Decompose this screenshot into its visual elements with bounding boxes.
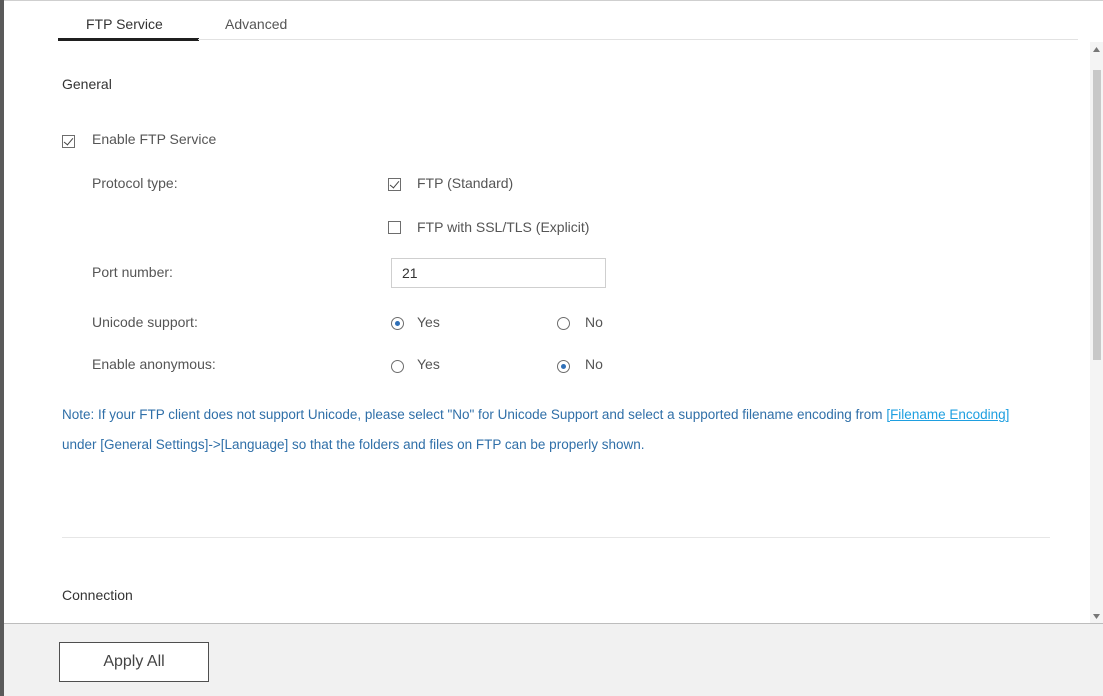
check-icon — [389, 178, 400, 189]
ftp-ssl-tls-checkbox[interactable] — [388, 221, 401, 234]
scroll-up-arrow-icon[interactable] — [1090, 42, 1103, 56]
unicode-no-label: No — [585, 314, 603, 330]
filename-encoding-link[interactable]: [Filename Encoding] — [886, 407, 1009, 422]
ftp-standard-label: FTP (Standard) — [417, 175, 514, 191]
enable-anonymous-label: Enable anonymous: — [92, 356, 216, 372]
anonymous-yes-radio[interactable] — [391, 360, 404, 373]
tab-bar-divider — [198, 39, 1078, 40]
section-title-general: General — [62, 76, 112, 92]
note-text-before-link: If your FTP client does not support Unic… — [94, 407, 887, 422]
unicode-support-label: Unicode support: — [92, 314, 198, 330]
ftp-ssl-tls-label: FTP with SSL/TLS (Explicit) — [417, 219, 590, 235]
section-divider — [62, 537, 1050, 538]
active-tab-indicator — [58, 38, 199, 41]
window-top-border — [0, 0, 1103, 1]
scroll-down-arrow-icon[interactable] — [1090, 609, 1103, 623]
enable-ftp-label: Enable FTP Service — [92, 131, 217, 147]
apply-all-button[interactable]: Apply All — [59, 642, 209, 682]
port-number-label: Port number: — [92, 264, 173, 280]
radio-selected-dot — [395, 321, 400, 326]
scrollbar-thumb[interactable] — [1093, 70, 1101, 360]
settings-panel: General Enable FTP Service Protocol type… — [4, 42, 1090, 623]
enable-ftp-checkbox[interactable] — [62, 135, 75, 148]
section-title-connection: Connection — [62, 587, 133, 603]
unicode-no-radio[interactable] — [557, 317, 570, 330]
vertical-scrollbar[interactable] — [1090, 42, 1103, 623]
port-number-input[interactable] — [391, 258, 606, 288]
unicode-yes-label: Yes — [417, 314, 440, 330]
ftp-standard-checkbox[interactable] — [388, 178, 401, 191]
unicode-note: Note: If your FTP client does not suppor… — [62, 400, 1022, 460]
tab-ftp-service[interactable]: FTP Service — [86, 16, 163, 32]
tab-advanced[interactable]: Advanced — [225, 16, 287, 32]
anonymous-yes-label: Yes — [417, 356, 440, 372]
anonymous-no-radio[interactable] — [557, 360, 570, 373]
check-icon — [63, 135, 74, 146]
unicode-yes-radio[interactable] — [391, 317, 404, 330]
radio-selected-dot — [561, 364, 566, 369]
note-label: Note: — [62, 407, 95, 422]
anonymous-no-label: No — [585, 356, 603, 372]
footer-bar: Apply All — [4, 623, 1103, 696]
note-text-after-link: under [General Settings]->[Language] so … — [62, 437, 645, 452]
protocol-type-label: Protocol type: — [92, 175, 178, 191]
